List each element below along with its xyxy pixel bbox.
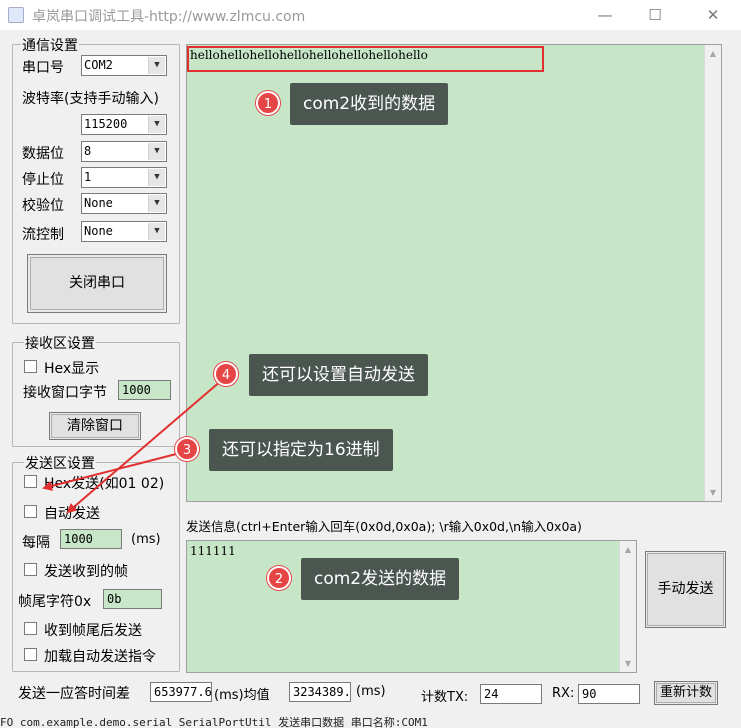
app-window: 卓岚串口调试工具-http://www.zlmcu.com — ☐ ✕ 通信设置… <box>0 0 741 728</box>
callout-badge-3: 3 <box>175 437 199 461</box>
callout-badge-4: 4 <box>214 362 238 386</box>
callout-badge-1: 1 <box>256 91 280 115</box>
callout-3: 还可以指定为16进制 <box>209 429 393 471</box>
callout-2: com2发送的数据 <box>301 558 460 600</box>
callout-badge-2: 2 <box>267 566 291 590</box>
arrow-to-hex-send <box>42 451 185 491</box>
arrow-to-auto-send <box>66 379 223 514</box>
callout-1: com2收到的数据 <box>290 83 449 125</box>
callout-4: 还可以设置自动发送 <box>249 354 428 396</box>
